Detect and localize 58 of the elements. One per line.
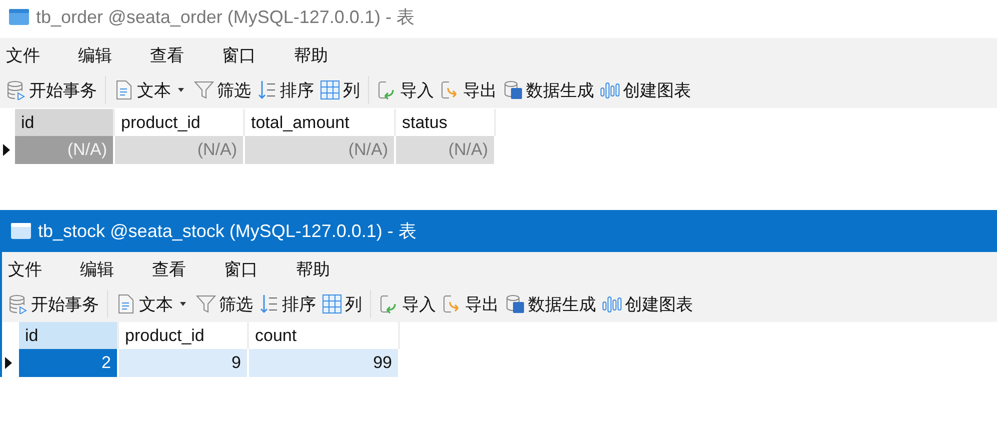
toolbar-button[interactable]: 文本 [114, 78, 188, 102]
table-icon [8, 7, 30, 27]
data-generator-icon [505, 294, 525, 314]
sort-icon [257, 80, 277, 100]
menu-item[interactable]: 查看 [150, 44, 222, 66]
toolbar-button[interactable]: 导出 [442, 292, 499, 316]
menu-item[interactable]: 编辑 [78, 44, 150, 66]
chart-icon [600, 80, 620, 100]
window-title: tb_order @seata_order (MySQL-127.0.0.1) - 表 [36, 6, 414, 29]
sort-icon [259, 294, 279, 314]
column-header[interactable]: product_id [118, 322, 248, 349]
table-cell[interactable]: 99 [248, 349, 399, 377]
menu-item[interactable]: 窗口 [222, 44, 294, 66]
toolbar-button[interactable]: 创建图表 [600, 78, 691, 102]
toolbar-button[interactable]: 筛选 [196, 292, 253, 316]
toolbar-button[interactable]: 开始事务 [6, 78, 97, 102]
toolbar-button[interactable]: 导入 [379, 292, 436, 316]
menu-item[interactable]: 编辑 [80, 258, 152, 280]
menu-item[interactable]: 文件 [6, 44, 78, 66]
toolbar-button[interactable]: 排序 [259, 292, 316, 316]
table-icon [10, 221, 32, 241]
data-generator-icon [503, 80, 523, 100]
menu-item[interactable]: 帮助 [296, 258, 330, 280]
columns-icon [320, 80, 340, 100]
toolbar-button[interactable]: 开始事务 [8, 292, 99, 316]
filter-icon [194, 80, 214, 100]
toolbar-button[interactable]: 排序 [257, 78, 314, 102]
menu-item[interactable]: 文件 [8, 258, 80, 280]
import-icon [379, 294, 399, 314]
column-header[interactable]: total_amount [244, 109, 395, 136]
toolbar-button[interactable]: 筛选 [194, 78, 251, 102]
table-cell[interactable]: 2 [19, 349, 118, 377]
database-icon [6, 80, 26, 100]
document-icon [114, 80, 134, 100]
toolbar-button[interactable]: 数据生成 [505, 292, 596, 316]
chart-icon [602, 294, 622, 314]
toolbar-button[interactable]: 列 [320, 78, 360, 102]
toolbar-button[interactable]: 文本 [116, 292, 190, 316]
column-header[interactable]: status [395, 109, 495, 136]
import-icon [377, 80, 397, 100]
toolbar-button[interactable]: 创建图表 [602, 292, 693, 316]
menu-item[interactable]: 帮助 [294, 44, 328, 66]
column-header[interactable]: count [248, 322, 399, 349]
document-icon [116, 294, 136, 314]
filter-icon [196, 294, 216, 314]
toolbar-button[interactable]: 数据生成 [503, 78, 594, 102]
toolbar-button[interactable]: 导入 [377, 78, 434, 102]
window-title: tb_stock @seata_stock (MySQL-127.0.0.1) - 表 [38, 220, 416, 243]
database-icon [8, 294, 28, 314]
column-header[interactable]: id [19, 322, 118, 349]
menu-item[interactable]: 查看 [152, 258, 224, 280]
columns-icon [322, 294, 342, 314]
column-header[interactable]: id [15, 109, 114, 136]
toolbar-button[interactable]: 导出 [440, 78, 497, 102]
menu-item[interactable]: 窗口 [224, 258, 296, 280]
column-header[interactable]: product_id [114, 109, 244, 136]
toolbar-button[interactable]: 列 [322, 292, 362, 316]
table-cell[interactable]: 9 [118, 349, 248, 377]
